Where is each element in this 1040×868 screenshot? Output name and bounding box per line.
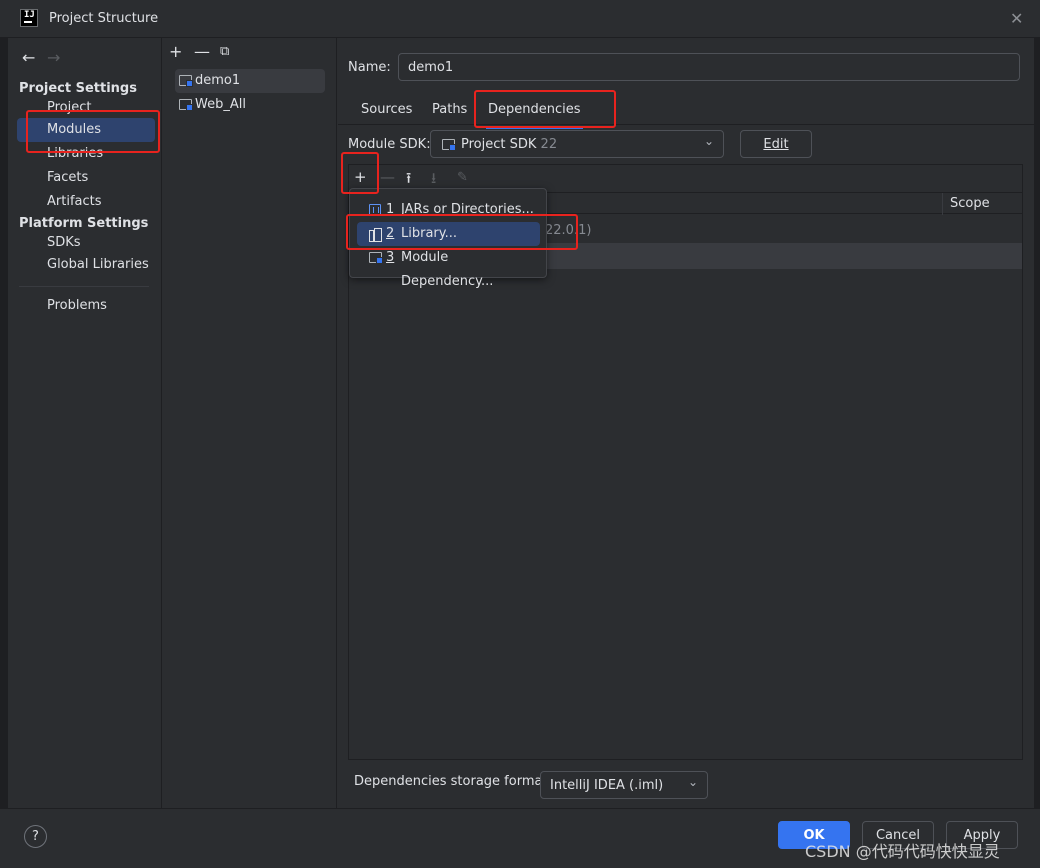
popup-item-jars[interactable]: 1 JARs or Directories... — [357, 198, 540, 222]
module-tree-panel: + — ⧉ demo1 Web_All — [163, 38, 337, 808]
popup-item-module-dependency[interactable]: 3 Module Dependency... — [357, 246, 540, 289]
add-dependency-icon[interactable]: + — [354, 168, 367, 186]
module-folder-icon — [179, 75, 193, 87]
project-settings-heading: Project Settings — [19, 81, 137, 96]
remove-dependency-icon[interactable]: — — [380, 168, 395, 186]
library-icon — [369, 228, 382, 242]
add-dependency-popup: 1 JARs or Directories... 2 Library... 3 … — [349, 188, 547, 289]
sdk-folder-icon — [442, 139, 456, 151]
close-icon[interactable]: ✕ — [1010, 9, 1023, 28]
mnemonic: 2 — [386, 226, 395, 241]
module-item-label: Web_All — [195, 97, 246, 112]
edit-sdk-button[interactable]: Edit — [740, 130, 812, 158]
edit-dependency-icon[interactable]: ✎ — [457, 170, 468, 185]
storage-format-select[interactable]: IntelliJ IDEA (.iml) ⌄ — [540, 771, 708, 799]
scope-column-header[interactable]: Scope — [950, 196, 990, 211]
storage-format-label: Dependencies storage format: — [354, 774, 552, 789]
title-bar: IJ Project Structure ✕ — [0, 0, 1040, 38]
sidebar-item-libraries[interactable]: Libraries — [17, 142, 155, 166]
module-item-label: demo1 — [195, 73, 241, 88]
add-module-icon[interactable]: + — [169, 42, 182, 61]
forward-arrow-icon[interactable]: → — [47, 48, 60, 67]
popup-item-library[interactable]: 2 Library... — [357, 222, 540, 246]
sidebar-item-problems[interactable]: Problems — [17, 294, 155, 318]
sidebar-divider — [19, 286, 149, 287]
sidebar-item-project[interactable]: Project — [17, 96, 155, 120]
mnemonic: 3 — [386, 250, 395, 265]
sidebar-item-modules[interactable]: Modules — [17, 118, 155, 142]
tab-sources[interactable]: Sources — [361, 102, 412, 126]
background-ide-right-strip — [1034, 38, 1040, 808]
table-row-sdk[interactable]: 22.0.1) — [545, 223, 591, 238]
jar-icon — [369, 204, 381, 216]
tabs-divider — [338, 124, 1034, 125]
tab-paths[interactable]: Paths — [432, 102, 467, 126]
background-ide-strip — [0, 38, 8, 868]
sidebar-item-facets[interactable]: Facets — [17, 166, 155, 190]
module-sdk-select[interactable]: Project SDK 22 ⌄ — [430, 130, 724, 158]
name-label: Name: — [348, 60, 391, 75]
popup-item-label: JARs or Directories... — [401, 202, 534, 217]
module-item-web-all[interactable]: Web_All — [175, 93, 325, 117]
window-title: Project Structure — [49, 11, 159, 26]
module-name-input[interactable] — [398, 53, 1020, 81]
back-arrow-icon[interactable]: ← — [22, 48, 35, 67]
module-sdk-label: Module SDK: — [348, 137, 431, 152]
module-item-demo1[interactable]: demo1 — [175, 69, 325, 93]
popup-item-label: Module Dependency... — [401, 250, 494, 289]
chevron-down-icon: ⌄ — [687, 775, 698, 789]
settings-sidebar: ← → Project Settings Project Modules Lib… — [8, 38, 162, 808]
sdk-value: Project SDK 22 — [461, 137, 558, 152]
module-folder-icon — [179, 99, 193, 111]
popup-item-label: Library... — [401, 226, 457, 241]
sdk-version: 22 — [540, 137, 558, 152]
platform-settings-heading: Platform Settings — [19, 216, 149, 231]
sidebar-item-sdks[interactable]: SDKs — [17, 231, 155, 255]
watermark: CSDN @代码代码快快显灵 — [805, 842, 1000, 861]
column-divider — [942, 193, 943, 215]
help-button[interactable]: ? — [24, 825, 47, 848]
module-settings-panel: Name: Sources Paths Dependencies Module … — [338, 38, 1034, 808]
chevron-down-icon: ⌄ — [703, 134, 714, 148]
sidebar-item-global-libraries[interactable]: Global Libraries — [17, 253, 155, 277]
mnemonic: 1 — [386, 202, 395, 217]
module-folder-icon — [369, 252, 383, 264]
sidebar-item-artifacts[interactable]: Artifacts — [17, 190, 155, 214]
remove-module-icon[interactable]: — — [194, 42, 210, 61]
copy-module-icon[interactable]: ⧉ — [220, 44, 229, 59]
intellij-logo-icon: IJ — [20, 9, 38, 27]
storage-format-value: IntelliJ IDEA (.iml) — [550, 778, 664, 793]
tab-dependencies[interactable]: Dependencies — [486, 102, 583, 129]
